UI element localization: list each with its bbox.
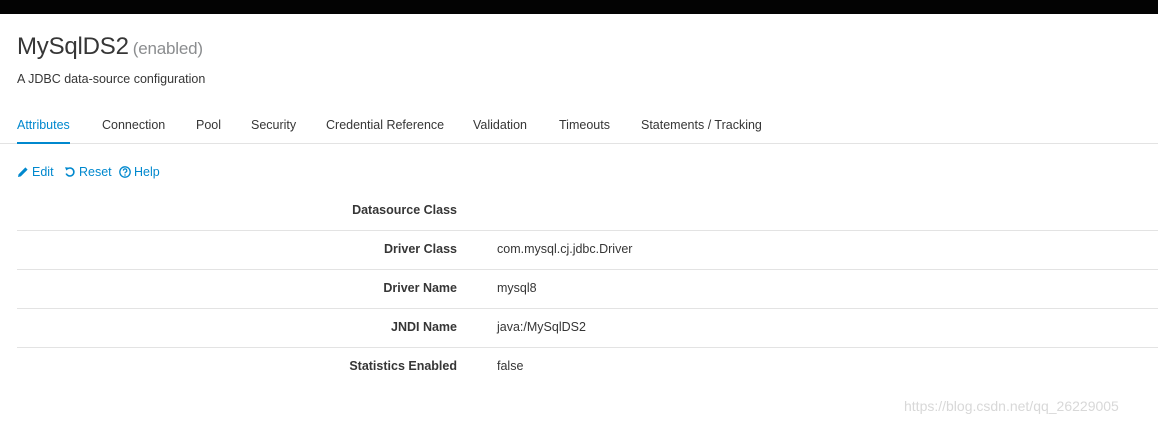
attributes-table: Datasource Class Driver Class com.mysql.… [17, 192, 1158, 386]
tab-statements-tracking[interactable]: Statements / Tracking [641, 118, 762, 132]
tab-security[interactable]: Security [251, 118, 296, 132]
attribute-value: java:/MySqlDS2 [497, 320, 586, 334]
attribute-name: Statistics Enabled [349, 359, 457, 373]
attribute-name: Driver Class [384, 242, 457, 256]
attribute-row-datasource-class: Datasource Class [17, 192, 1158, 231]
help-label: Help [134, 165, 160, 179]
attribute-row-statistics-enabled: Statistics Enabled false [17, 348, 1158, 386]
edit-label: Edit [32, 165, 54, 179]
resource-name: MySqlDS2 [17, 33, 129, 60]
tab-bar: Attributes Connection Pool Security Cred… [0, 108, 1158, 144]
pencil-icon [18, 167, 28, 177]
attribute-value: mysql8 [497, 281, 537, 295]
question-circle-icon [119, 166, 131, 178]
attribute-value: com.mysql.cj.jdbc.Driver [497, 242, 633, 256]
help-button[interactable]: Help [119, 165, 160, 179]
tab-pool[interactable]: Pool [196, 118, 221, 132]
watermark-text: https://blog.csdn.net/qq_26229005 [904, 398, 1119, 414]
attribute-row-driver-class: Driver Class com.mysql.cj.jdbc.Driver [17, 231, 1158, 270]
tab-attributes[interactable]: Attributes [17, 118, 70, 144]
attribute-name: JNDI Name [391, 320, 457, 334]
status-label: (enabled) [132, 39, 203, 58]
page-description: A JDBC data-source configuration [17, 72, 206, 86]
top-navigation-bar [0, 0, 1158, 14]
attribute-row-jndi-name: JNDI Name java:/MySqlDS2 [17, 309, 1158, 348]
tab-credential-reference[interactable]: Credential Reference [326, 118, 444, 132]
attribute-name: Datasource Class [352, 203, 457, 217]
page-title: MySqlDS2 (enabled) [17, 33, 203, 61]
edit-button[interactable]: Edit [17, 165, 54, 179]
tab-timeouts[interactable]: Timeouts [559, 118, 610, 132]
attribute-name: Driver Name [383, 281, 457, 295]
tab-validation[interactable]: Validation [473, 118, 527, 132]
reset-label: Reset [79, 165, 112, 179]
tab-connection[interactable]: Connection [102, 118, 165, 132]
reset-button[interactable]: Reset [64, 165, 112, 179]
attribute-value: false [497, 359, 524, 373]
undo-icon [65, 167, 75, 177]
attribute-row-driver-name: Driver Name mysql8 [17, 270, 1158, 309]
